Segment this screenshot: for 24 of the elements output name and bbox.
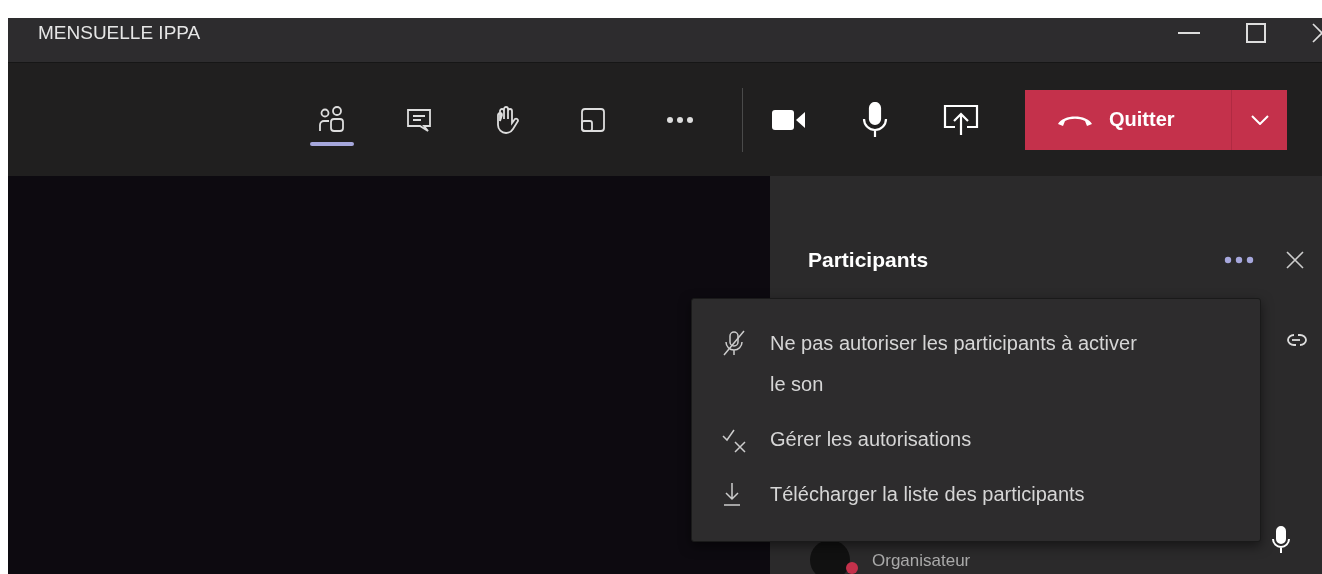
more-options-icon[interactable]: [1224, 256, 1254, 264]
participant-role: Organisateur: [872, 551, 971, 571]
more-icon: [666, 115, 694, 124]
menu-item[interactable]: Gérer les autorisations: [692, 415, 1260, 470]
download-icon: [722, 482, 742, 506]
panel-title: Participants: [808, 248, 929, 272]
minimize-icon[interactable]: [1178, 31, 1200, 35]
people-icon: [317, 104, 347, 135]
muted-microphone-icon: [722, 329, 746, 357]
check-cross-icon: [722, 427, 748, 453]
chevron-down-icon: [1250, 114, 1269, 125]
share-screen-icon: [943, 103, 979, 136]
camera-icon: [772, 108, 806, 131]
menu-item[interactable]: Ne pas autoriser les participants à activer le son: [692, 319, 1260, 415]
microphone-icon[interactable]: [1272, 526, 1290, 554]
close-icon[interactable]: [1286, 251, 1304, 269]
close-icon[interactable]: [1312, 23, 1322, 43]
leave-button[interactable]: Quitter: [1025, 89, 1231, 150]
menu-item[interactable]: Télécharger la liste des participants: [692, 470, 1260, 525]
microphone-icon: [862, 101, 888, 138]
maximize-icon[interactable]: [1246, 23, 1266, 43]
window-title: MENSUELLE IPPA: [38, 22, 201, 44]
rooms-icon: [579, 105, 607, 134]
status-dot: [846, 562, 858, 574]
